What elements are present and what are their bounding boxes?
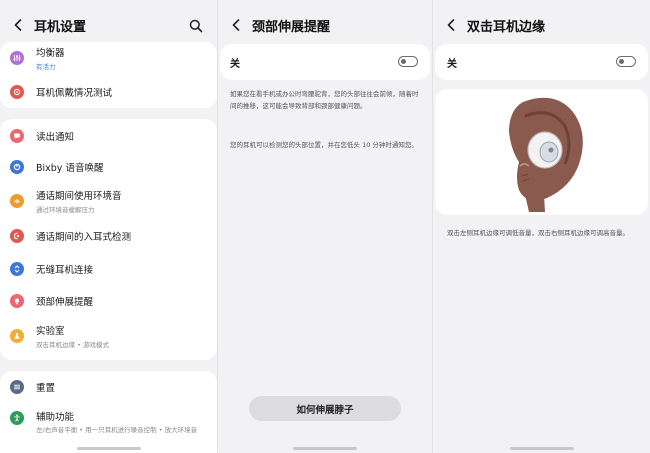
detection-paragraph: 您的耳机可以检测您的头部位置，并在您低头 10 分钟时通知您。 [230,141,418,149]
list-item-reset[interactable]: 重置 [10,373,209,401]
neck-stretch-reminder-panel: 颈部伸展提醒 关 如果您在看手机或办公时弯腰驼背，您的头部往往会前倾，随着时间的… [218,0,432,453]
bell-icon [10,294,24,308]
master-toggle-card[interactable]: 关 [220,44,430,80]
item-subtitle: 双击耳机边缘 • 游戏模式 [36,341,109,349]
back-arrow-icon[interactable] [447,19,457,31]
equalizer-icon [10,51,24,65]
item-subtitle: 左/右声音平衡 • 用一只耳机进行噪音控制 • 放大环境音 [36,426,198,434]
bixby-icon [10,160,24,174]
home-indicator [77,447,141,450]
flask-icon [10,329,24,343]
search-icon[interactable] [189,18,203,33]
item-label: Bixby 语音唤醒 [36,163,104,174]
illustration-card [435,89,648,215]
list-item-labs[interactable]: 实验室 双击耳机边缘 • 游戏模式 [10,321,209,351]
ambient-sound-icon [10,194,24,208]
item-label: 耳机佩戴情况测试 [36,88,113,99]
double-tap-edge-panel: 双击耳机边缘 关 双击左侧耳机边缘可调低音量，双击右侧耳机边缘可调高音量。 [433,0,650,453]
list-item-neck-stretch-reminder[interactable]: 颈部伸展提醒 [10,287,209,315]
list-item-read-notifications[interactable]: 读出通知 [10,122,209,150]
list-item-bixby-wakeup[interactable]: Bixby 语音唤醒 [10,153,209,181]
earbud-fit-icon [10,85,24,99]
item-subtitle: 通过环境音缓解压力 [36,206,95,214]
page-title: 颈部伸展提醒 [252,19,331,35]
back-arrow-icon[interactable] [232,19,242,31]
list-item-accessibility[interactable]: 辅助功能 左/右声音平衡 • 用一只耳机进行噪音控制 • 放大环境音 [10,407,209,443]
settings-group-general: 重置 辅助功能 左/右声音平衡 • 用一只耳机进行噪音控制 • 放大环境音 [0,371,217,453]
item-label: 颈部伸展提醒 [36,297,94,308]
item-label: 均衡器 [36,48,65,59]
list-item-fit-test[interactable]: 耳机佩戴情况测试 [10,78,209,106]
switch-knob [619,58,624,64]
reset-sliders-icon [10,380,24,394]
item-label: 重置 [36,383,56,394]
in-ear-detection-icon [10,229,24,243]
page-title: 耳机设置 [34,19,87,35]
list-item-equalizer[interactable]: 均衡器 有活力 [10,44,209,72]
list-item-seamless-connection[interactable]: 无缝耳机连接 [10,255,209,283]
item-label: 读出通知 [36,132,75,143]
toggle-label: 关 [230,59,240,70]
switch-knob [401,58,406,64]
earbuds-settings-panel: 耳机设置 均衡器 有活力 耳机佩戴情况测试 读出通知 Bixby 语音唤醒 通话… [0,0,217,453]
home-indicator [293,447,357,450]
seamless-connection-icon [10,262,24,276]
item-label: 通话期间使用环境音 [36,191,122,202]
item-label: 通话期间的入耳式检测 [36,232,132,243]
header: 颈部伸展提醒 [218,0,432,50]
master-toggle-card[interactable]: 关 [435,44,648,80]
toggle-label: 关 [447,59,457,70]
neck-reminder-switch[interactable] [398,56,418,67]
how-to-stretch-neck-button[interactable]: 如何伸展脖子 [249,396,401,421]
list-item-in-ear-detection[interactable]: 通话期间的入耳式检测 [10,222,209,250]
back-arrow-icon[interactable] [14,19,24,31]
ear-earbud-illustration [509,97,583,212]
list-item-ambient-during-calls[interactable]: 通话期间使用环境音 通过环境音缓解压力 [10,187,209,215]
item-label: 辅助功能 [36,412,75,423]
home-indicator [510,447,574,450]
description-paragraph: 如果您在看手机或办公时弯腰驼背，您的头部往往会前倾，随着时间的推移，这可能会导致… [230,90,419,110]
accessibility-icon [10,411,24,425]
settings-group-sound: 均衡器 有活力 耳机佩戴情况测试 [0,42,217,108]
item-subtitle: 有活力 [36,63,56,71]
double-tap-description: 双击左侧耳机边缘可调低音量，双击右侧耳机边缘可调高音量。 [447,229,629,237]
double-tap-switch[interactable] [616,56,636,67]
settings-group-features: 读出通知 Bixby 语音唤醒 通话期间使用环境音 通过环境音缓解压力 通话期间… [0,119,217,360]
header: 双击耳机边缘 [433,0,650,50]
page-title: 双击耳机边缘 [467,19,546,35]
item-label: 无缝耳机连接 [36,265,94,276]
item-label: 实验室 [36,326,65,337]
notification-bubble-icon [10,129,24,143]
